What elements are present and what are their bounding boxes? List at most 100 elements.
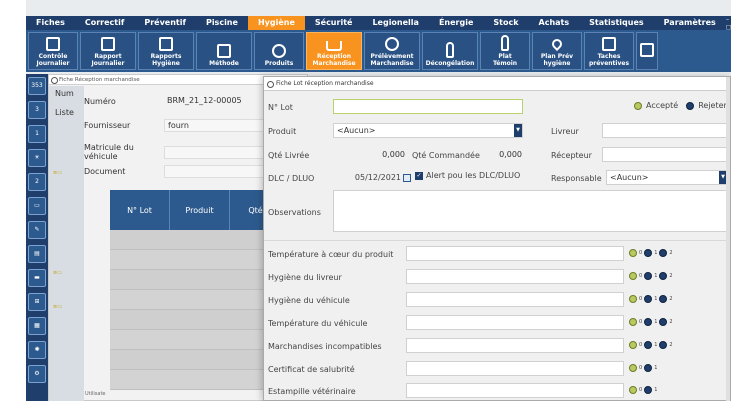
tree-node[interactable]: ≡▭: [49, 304, 84, 314]
check-label: Hygiène du véhicule: [268, 296, 350, 305]
rejeter-radio[interactable]: [686, 101, 695, 110]
folder-icon[interactable]: ▭: [28, 197, 46, 215]
taches-preventives-button[interactable]: Taches préventives: [584, 32, 634, 70]
menu-parametres[interactable]: Paramètres: [654, 16, 726, 30]
menu-stock[interactable]: Stock: [483, 16, 528, 30]
map-pin-icon: [549, 36, 565, 52]
tree-node[interactable]: ≡▭: [49, 170, 84, 180]
rating-radio-1[interactable]: [644, 341, 653, 349]
reception-list-panel: Num Liste: [49, 86, 84, 401]
lot-input[interactable]: [333, 99, 523, 114]
rating-radio-0[interactable]: [629, 386, 637, 394]
alert-checkbox[interactable]: ✓: [415, 171, 423, 180]
livreur-input[interactable]: [602, 123, 728, 138]
controle-journalier-button[interactable]: Contrôle Journalier: [28, 32, 78, 70]
calendar-button[interactable]: [636, 32, 658, 70]
settings-icon[interactable]: ⚙: [28, 365, 46, 383]
menu-preventif[interactable]: Préventif: [134, 16, 196, 30]
menu-legionella[interactable]: Legionella: [362, 16, 429, 30]
qte-commandee-input[interactable]: 0,000: [480, 147, 526, 162]
rating-radio-2[interactable]: [659, 318, 668, 326]
calendar-icon[interactable]: [403, 173, 411, 182]
button-label: hygiène: [543, 60, 571, 67]
rating-radio-0[interactable]: [629, 272, 637, 280]
rapports-hygiene-button[interactable]: Rapports Hygiène: [138, 32, 194, 70]
rating-radio-2[interactable]: [659, 249, 668, 257]
estampille-veterinaire-input[interactable]: [406, 383, 624, 398]
grid-icon[interactable]: ▦: [28, 317, 46, 335]
bed-icon[interactable]: ▬: [28, 269, 46, 287]
responsable-label: Responsable: [551, 174, 602, 183]
window-controls[interactable]: – ◻: [726, 15, 731, 31]
food-icon: [272, 44, 286, 58]
marchandises-incompatibles-input[interactable]: [406, 338, 624, 353]
observations-textarea[interactable]: [333, 190, 728, 232]
aperture-icon[interactable]: ✺: [28, 341, 46, 359]
methode-button[interactable]: Méthode: [196, 32, 252, 70]
temperature-vehicule-input[interactable]: [406, 315, 624, 330]
button-label: Contrôle: [38, 53, 68, 60]
menu-piscine[interactable]: Piscine: [196, 16, 248, 30]
rating-radio-2[interactable]: [659, 295, 668, 303]
rating-radio-1[interactable]: [644, 295, 653, 303]
rating-radio-1[interactable]: [644, 386, 653, 394]
rating-radio-0[interactable]: [629, 341, 637, 349]
document-icon[interactable]: ▤: [28, 245, 46, 263]
menu-correctif[interactable]: Correctif: [75, 16, 134, 30]
col-produit[interactable]: Produit: [170, 190, 230, 230]
checklist-icon: [46, 37, 60, 51]
main-menu-bar: Fiches Correctif Préventif Piscine Hygiè…: [26, 15, 731, 31]
rating-radio-1[interactable]: [644, 249, 653, 257]
plan-prev-hygiene-button[interactable]: Plan Prév hygiène: [532, 32, 582, 70]
produit-select[interactable]: <Aucun> ▼: [333, 123, 523, 138]
qte-livree-input[interactable]: 0,000: [333, 147, 409, 162]
cart-icon: [326, 41, 342, 51]
rating-radio-0[interactable]: [629, 295, 637, 303]
hygiene-livreur-input[interactable]: [406, 269, 624, 284]
decongelation-button[interactable]: Décongélation: [422, 32, 478, 70]
rating-radio-2[interactable]: [659, 341, 668, 349]
rating-radio-0[interactable]: [629, 364, 637, 372]
check-label: Hygiène du livreur: [268, 273, 342, 282]
menu-fiches[interactable]: Fiches: [26, 16, 75, 30]
dialog-scrollbar[interactable]: [726, 77, 730, 401]
certificat-salubrite-input[interactable]: [406, 361, 624, 376]
menu-securite[interactable]: Sécurité: [305, 16, 363, 30]
responsable-select[interactable]: <Aucun> ▼: [606, 170, 728, 185]
sidebar-badge-3[interactable]: 3: [28, 101, 46, 119]
hygiene-livreur-rating: 0 1 2: [629, 272, 673, 280]
prelevement-marchandise-button[interactable]: Prélèvement Marchandise: [364, 32, 420, 70]
menu-achats[interactable]: Achats: [529, 16, 580, 30]
button-label: Réception: [317, 53, 351, 60]
tools-icon[interactable]: ✎: [28, 221, 46, 239]
recepteur-input[interactable]: [602, 147, 728, 162]
dlc-date-picker[interactable]: 05/12/2021: [333, 170, 411, 185]
sun-icon[interactable]: ☀: [28, 149, 46, 167]
reception-marchandise-button[interactable]: Réception Marchandise: [306, 32, 362, 70]
temperature-produit-input[interactable]: [406, 246, 624, 261]
menu-energie[interactable]: Énergie: [429, 16, 483, 30]
hygiene-vehicule-input[interactable]: [406, 292, 624, 307]
rating-radio-1[interactable]: [644, 364, 653, 372]
rating-radio-1[interactable]: [644, 272, 653, 280]
network-icon[interactable]: ⊞: [28, 293, 46, 311]
sidebar-badge-2[interactable]: 2: [28, 173, 46, 191]
produits-button[interactable]: Produits: [254, 32, 304, 70]
menu-hygiene[interactable]: Hygiène: [247, 16, 305, 30]
chevron-down-icon[interactable]: ▼: [514, 124, 522, 137]
rating-radio-2[interactable]: [659, 272, 668, 280]
rating-radio-0[interactable]: [629, 318, 637, 326]
rating-label: 2: [669, 273, 673, 279]
qte-commandee-label: Qté Commandée: [412, 151, 480, 160]
col-lot[interactable]: N° Lot: [110, 190, 170, 230]
menu-statistiques[interactable]: Statistiques: [579, 16, 654, 30]
sidebar-badge-353[interactable]: 353: [28, 77, 46, 95]
plat-temoin-button[interactable]: Plat Témoin: [480, 32, 530, 70]
rating-radio-0[interactable]: [629, 249, 637, 257]
accepte-radio[interactable]: [634, 101, 642, 110]
rating-radio-1[interactable]: [644, 318, 653, 326]
sidebar-badge-1[interactable]: 1: [28, 125, 46, 143]
tree-node[interactable]: ≡▭: [49, 270, 84, 280]
num-label: Num: [55, 89, 74, 98]
rapport-journalier-button[interactable]: Rapport Journalier: [80, 32, 136, 70]
